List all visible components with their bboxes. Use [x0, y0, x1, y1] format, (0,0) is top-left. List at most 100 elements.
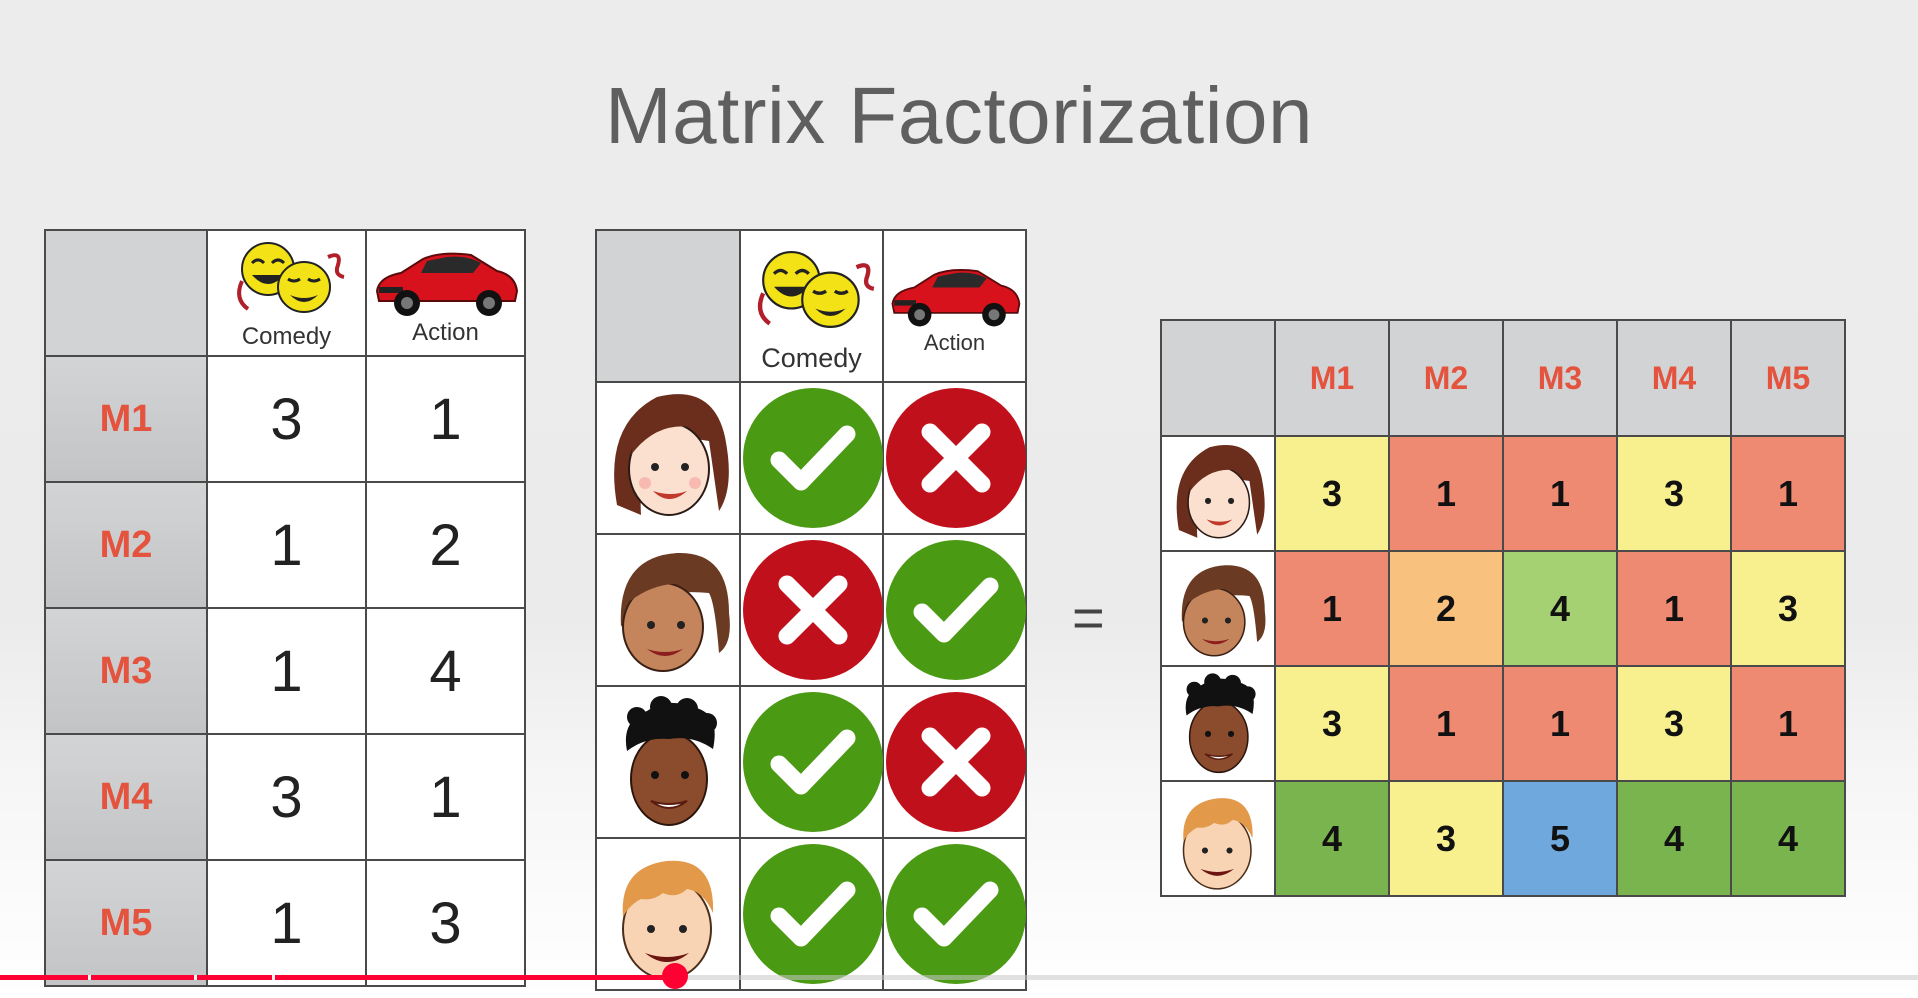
chapter-marker: [272, 975, 275, 980]
genre-label-comedy: Comedy: [761, 342, 862, 373]
action-score: 2: [365, 481, 526, 609]
user-face-1-icon: [614, 394, 729, 516]
user-face-cell: [1160, 435, 1276, 552]
rating-matrix: M1 M2 M3 M4 M5 3 1 1 3 1 1 2 4 1 3 3 1 1…: [1160, 319, 1846, 897]
user-face-1-icon: [1176, 444, 1265, 538]
rating-cell: 1: [1274, 550, 1390, 667]
action-score: 4: [365, 607, 526, 735]
table-corner: [595, 229, 741, 383]
rating-cell: 4: [1274, 780, 1390, 897]
rating-cell: 1: [1730, 435, 1846, 552]
chapter-marker: [88, 975, 91, 980]
comedy-masks-icon: [236, 242, 345, 313]
check-icon: [743, 692, 883, 832]
table-row: [595, 685, 1027, 839]
rating-cell: 1: [1502, 435, 1618, 552]
genre-label-action: Action: [412, 319, 479, 346]
rating-cell: 1: [1730, 665, 1846, 782]
comedy-score: 1: [206, 607, 367, 735]
table-corner: [44, 229, 208, 357]
cross-icon: [743, 540, 883, 680]
matrix-corner: [1160, 319, 1276, 437]
table-row: M4 3 1: [44, 733, 526, 861]
rating-cell: 3: [1388, 780, 1504, 897]
movie-label: M2: [44, 481, 208, 609]
preference-cell: [882, 837, 1027, 991]
matrix-column-header: M4: [1616, 319, 1732, 437]
table-row: [595, 837, 1027, 991]
movie-label: M3: [44, 607, 208, 735]
rating-cell: 1: [1388, 665, 1504, 782]
progress-scrubber-handle[interactable]: [662, 963, 688, 989]
user-face-cell: [1160, 780, 1276, 897]
matrix-column-header: M2: [1388, 319, 1504, 437]
movie-label: M1: [44, 355, 208, 483]
movie-genre-table: Comedy Action M1 3 1 M2 1 2 M3 1 4 M4 3 …: [44, 229, 526, 987]
preference-cell: [739, 533, 884, 687]
slide-title: Matrix Factorization: [605, 71, 1313, 160]
user-face-4-icon: [1182, 797, 1253, 890]
comedy-score: 1: [206, 481, 367, 609]
user-face-2-icon: [620, 552, 730, 672]
preference-cell: [739, 837, 884, 991]
rating-cell: 5: [1502, 780, 1618, 897]
user-face-cell: [1160, 550, 1276, 667]
red-sports-car-icon: [891, 269, 1020, 327]
table-row: 3 1 1 3 1: [1160, 435, 1846, 552]
genre-label-comedy: Comedy: [241, 323, 332, 350]
user-face-3-icon: [625, 696, 717, 826]
table-row: M5 1 3: [44, 859, 526, 987]
user-preference-table: Comedy Action: [595, 229, 1027, 991]
user-face-cell: [1160, 665, 1276, 782]
action-score: 3: [365, 859, 526, 987]
cross-icon: [886, 388, 1026, 528]
video-progress-bar[interactable]: [0, 963, 1918, 989]
preference-cell: [882, 685, 1027, 839]
rating-cell: 4: [1616, 780, 1732, 897]
matrix-column-header: M5: [1730, 319, 1846, 437]
rating-cell: 3: [1616, 435, 1732, 552]
table-row: M3 1 4: [44, 607, 526, 735]
movie-label: M5: [44, 859, 208, 987]
rating-cell: 3: [1616, 665, 1732, 782]
preference-cell: [882, 381, 1027, 535]
progress-played[interactable]: [0, 975, 675, 980]
user-face-3-icon: [1185, 672, 1256, 773]
check-icon: [886, 844, 1026, 984]
red-sports-car-icon: [375, 252, 518, 316]
equals-sign: =: [1072, 586, 1105, 649]
comedy-score: 3: [206, 355, 367, 483]
genre-header-comedy: Comedy: [739, 229, 884, 383]
table-row: [595, 381, 1027, 535]
genre-header-action: Action: [882, 229, 1027, 383]
preference-cell: [739, 381, 884, 535]
preference-cell: [739, 685, 884, 839]
rating-cell: 4: [1730, 780, 1846, 897]
table-row: 3 1 1 3 1: [1160, 665, 1846, 782]
genre-label-action: Action: [923, 330, 986, 355]
rating-cell: 4: [1502, 550, 1618, 667]
rating-cell: 3: [1274, 435, 1390, 552]
comedy-score: 3: [206, 733, 367, 861]
check-icon: [743, 388, 883, 528]
chapter-marker: [194, 975, 197, 980]
check-icon: [743, 844, 883, 984]
rating-cell: 1: [1616, 550, 1732, 667]
table-row: [595, 533, 1027, 687]
user-face-cell: [595, 685, 741, 839]
table-row: 4 3 5 4 4: [1160, 780, 1846, 897]
user-face-cell: [595, 533, 741, 687]
table-row: M1 3 1: [44, 355, 526, 483]
genre-header-action: Action: [365, 229, 526, 357]
rating-cell: 3: [1274, 665, 1390, 782]
rating-cell: 1: [1388, 435, 1504, 552]
action-score: 1: [365, 733, 526, 861]
check-icon: [886, 540, 1026, 680]
rating-cell: 3: [1730, 550, 1846, 667]
matrix-column-header: M1: [1274, 319, 1390, 437]
genre-header-comedy: Comedy: [206, 229, 367, 357]
table-row: 1 2 4 1 3: [1160, 550, 1846, 667]
movie-label: M4: [44, 733, 208, 861]
user-face-2-icon: [1181, 564, 1266, 657]
comedy-masks-icon: [757, 250, 874, 328]
